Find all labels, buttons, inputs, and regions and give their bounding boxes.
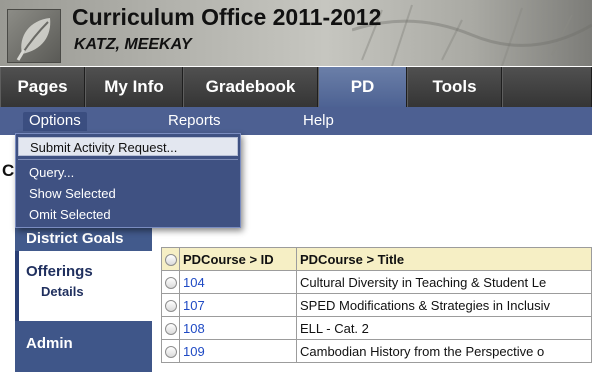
course-id-cell: 107 [179, 293, 297, 317]
tab-tools[interactable]: Tools [407, 67, 502, 107]
tab-pages[interactable]: Pages [0, 67, 85, 107]
course-id-link[interactable]: 109 [183, 344, 205, 359]
app-title: Curriculum Office 2011-2012 [72, 4, 382, 30]
leaf-logo-icon [7, 9, 61, 63]
row-checkbox-cell [161, 293, 180, 317]
course-title-cell: ELL - Cat. 2 [296, 316, 592, 340]
header-texture [352, 4, 592, 66]
page-heading: C [2, 161, 15, 180]
course-table: PDCourse > ID PDCourse > Title 104 Cultu… [161, 247, 592, 363]
course-id-link[interactable]: 108 [183, 321, 205, 336]
nav-details[interactable]: Details [26, 284, 152, 299]
course-id-cell: 104 [179, 270, 297, 294]
user-name: KATZ, MEEKAY [74, 36, 192, 53]
table-row: 109 Cambodian History from the Perspecti… [161, 339, 592, 363]
course-id-cell: 109 [179, 339, 297, 363]
tab-pd[interactable]: PD [318, 67, 407, 107]
table-row: 104 Cultural Diversity in Teaching & Stu… [161, 270, 592, 294]
course-title-cell: Cambodian History from the Perspective o [296, 339, 592, 363]
app-header: Curriculum Office 2011-2012 KATZ, MEEKAY [0, 0, 592, 66]
table-row: 108 ELL - Cat. 2 [161, 316, 592, 340]
menu-item-omit-selected[interactable]: Omit Selected [18, 205, 238, 224]
main-tabs: Pages My Info Gradebook PD Tools [0, 67, 592, 107]
tab-empty [502, 67, 592, 107]
select-all-checkbox[interactable] [164, 254, 177, 267]
course-id-link[interactable]: 107 [183, 298, 205, 313]
menu-item-show-selected[interactable]: Show Selected [18, 184, 238, 203]
nav-offerings-label: Offerings [26, 263, 93, 280]
course-title-cell: SPED Modifications & Strategies in Inclu… [296, 293, 592, 317]
column-header-id[interactable]: PDCourse > ID [179, 247, 297, 271]
menu-item-query[interactable]: Query... [18, 163, 238, 182]
menu-item-submit-activity-request[interactable]: Submit Activity Request... [18, 137, 238, 156]
menu-separator [18, 159, 238, 160]
row-checkbox[interactable] [164, 323, 177, 336]
course-id-link[interactable]: 104 [183, 275, 205, 290]
row-checkbox[interactable] [164, 300, 177, 313]
row-checkbox[interactable] [164, 346, 177, 359]
help-menu-button[interactable]: Help [303, 112, 334, 129]
options-dropdown-menu: Submit Activity Request... Query... Show… [15, 133, 241, 228]
options-menu-button[interactable]: Options [23, 112, 87, 131]
column-header-title[interactable]: PDCourse > Title [296, 247, 592, 271]
nav-admin[interactable]: Admin [15, 321, 152, 372]
table-row: 107 SPED Modifications & Strategies in I… [161, 293, 592, 317]
nav-offerings[interactable]: Offerings Details [15, 251, 152, 321]
table-header-row: PDCourse > ID PDCourse > Title [161, 247, 592, 271]
row-checkbox[interactable] [164, 277, 177, 290]
row-checkbox-cell [161, 316, 180, 340]
row-checkbox-cell [161, 339, 180, 363]
tab-my-info[interactable]: My Info [85, 67, 183, 107]
row-checkbox-cell [161, 270, 180, 294]
reports-menu-button[interactable]: Reports [168, 112, 221, 129]
select-all-checkbox-cell [161, 247, 180, 271]
sub-nav: Options Reports Help [0, 107, 592, 135]
course-title-cell: Cultural Diversity in Teaching & Student… [296, 270, 592, 294]
tab-gradebook[interactable]: Gradebook [183, 67, 318, 107]
course-id-cell: 108 [179, 316, 297, 340]
